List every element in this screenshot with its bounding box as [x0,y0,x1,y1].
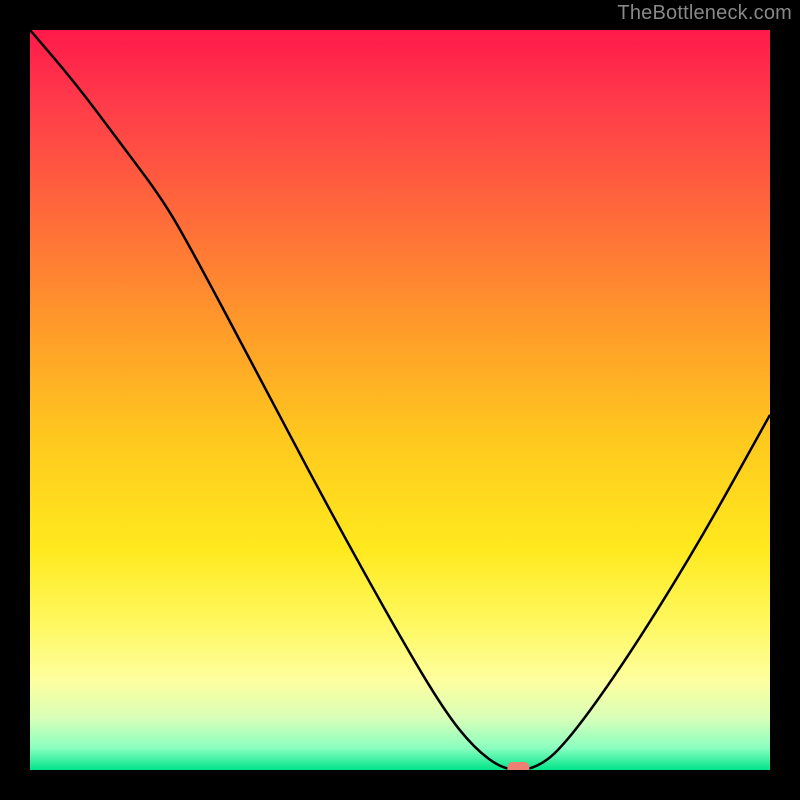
credit-label: TheBottleneck.com [617,2,792,25]
chart-frame: TheBottleneck.com [0,0,800,800]
optimal-point-marker [507,762,529,770]
plot-area [30,30,770,770]
gradient-background [30,30,770,770]
bottleneck-chart [30,30,770,770]
